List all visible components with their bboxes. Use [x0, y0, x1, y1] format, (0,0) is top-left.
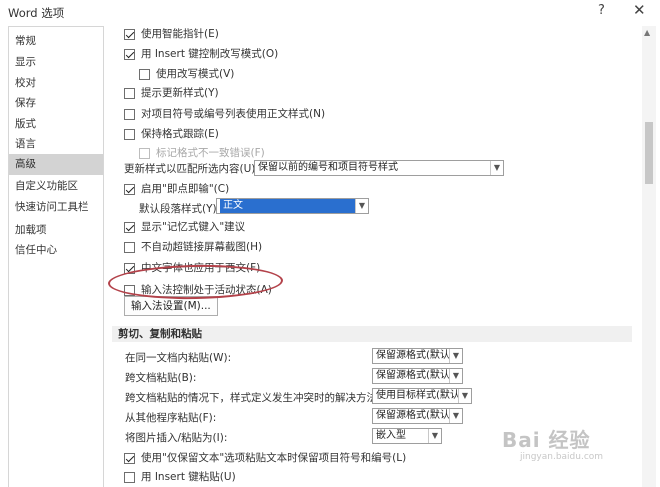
keep-bullets-option[interactable]: 使用"仅保留文本"选项粘贴文本时保留项目符号和编号(L) — [124, 450, 406, 466]
baidu-watermark: Bai 经验 — [502, 428, 591, 452]
paste-from-other-programs-label: 从其他程序粘贴(F): — [125, 412, 217, 424]
scrollbar-thumb[interactable] — [645, 122, 653, 184]
normal-style-bullets-option[interactable]: 对项目符号或编号列表使用正文样式(N) — [124, 106, 325, 122]
no-auto-hyperlink-checkbox[interactable] — [124, 241, 135, 253]
insert-overtype-option[interactable]: 用 Insert 键控制改写模式(O) — [124, 46, 278, 62]
autocomplete-option[interactable]: 显示"记忆式键入"建议 — [124, 219, 245, 235]
default-paragraph-style-select[interactable]: 正文 ▼ — [216, 198, 369, 214]
keep-bullets-checkbox[interactable] — [124, 452, 135, 464]
chevron-down-icon: ▼ — [428, 429, 441, 443]
title-bar: Word 选项 ? ✕ — [0, 0, 660, 24]
chevron-down-icon: ▼ — [355, 199, 368, 213]
vertical-scrollbar[interactable]: ▲ — [642, 26, 656, 487]
sidebar-item-quick-access[interactable]: 快速访问工具栏 — [9, 197, 103, 218]
cut-copy-paste-section-title: 剪切、复制和粘贴 — [112, 326, 632, 342]
use-overtype-option[interactable]: 使用改写模式(V) — [139, 66, 234, 82]
baidu-watermark-url: jingyan.baidu.com — [520, 452, 604, 462]
insert-overtype-checkbox[interactable] — [124, 48, 135, 60]
update-style-label: 更新样式以匹配所选内容(U): — [124, 163, 259, 175]
paste-within-document-label: 在同一文档内粘贴(W): — [125, 352, 232, 364]
click-and-type-option[interactable]: 启用"即点即输"(C) — [124, 181, 229, 197]
chevron-down-icon: ▼ — [449, 349, 462, 363]
style-conflict-select[interactable]: 使用目标样式(默认) ▼ — [372, 388, 472, 404]
smart-pointer-checkbox[interactable] — [124, 28, 135, 40]
autocomplete-checkbox[interactable] — [124, 221, 135, 233]
sidebar: 常规 显示 校对 保存 版式 语言 高级 自定义功能区 快速访问工具栏 加载项 … — [8, 26, 104, 487]
insert-key-paste-checkbox[interactable] — [124, 471, 135, 483]
sidebar-item-general[interactable]: 常规 — [9, 31, 103, 52]
sidebar-item-display[interactable]: 显示 — [9, 52, 103, 73]
prompt-update-style-option[interactable]: 提示更新样式(Y) — [124, 85, 219, 101]
smart-pointer-option[interactable]: 使用智能指针(E) — [124, 26, 219, 42]
prompt-update-style-checkbox[interactable] — [124, 87, 135, 99]
paste-from-other-programs-select[interactable]: 保留源格式(默认) ▼ — [372, 408, 463, 424]
paste-between-documents-select[interactable]: 保留源格式(默认) ▼ — [372, 368, 463, 384]
click-and-type-checkbox[interactable] — [124, 183, 135, 195]
ime-settings-button[interactable]: 输入法设置(M)... — [124, 296, 218, 316]
mark-inconsistencies-option: 标记格式不一致错误(F) — [139, 145, 265, 161]
window-title: Word 选项 — [8, 6, 65, 20]
no-auto-hyperlink-option[interactable]: 不自动超链接屏幕截图(H) — [124, 239, 262, 255]
insert-picture-as-label: 将图片插入/粘贴为(I): — [125, 432, 228, 444]
scroll-up-icon[interactable]: ▲ — [644, 28, 650, 37]
sidebar-item-save[interactable]: 保存 — [9, 93, 103, 114]
sidebar-item-addins[interactable]: 加载项 — [9, 220, 103, 241]
insert-key-paste-option[interactable]: 用 Insert 键粘贴(U) — [124, 469, 236, 485]
close-button[interactable]: ✕ — [633, 1, 646, 19]
normal-style-bullets-checkbox[interactable] — [124, 108, 135, 120]
sidebar-item-language[interactable]: 语言 — [9, 134, 103, 155]
sidebar-item-typography[interactable]: 版式 — [9, 114, 103, 135]
sidebar-item-customize-ribbon[interactable]: 自定义功能区 — [9, 176, 103, 197]
help-button[interactable]: ? — [598, 3, 605, 18]
paste-within-document-select[interactable]: 保留源格式(默认) ▼ — [372, 348, 463, 364]
paste-between-documents-label: 跨文档粘贴(B): — [125, 372, 197, 384]
chevron-down-icon: ▼ — [449, 369, 462, 383]
style-conflict-label: 跨文档粘贴的情况下，样式定义发生冲突时的解决方法(E): — [125, 392, 396, 404]
chevron-down-icon: ▼ — [449, 409, 462, 423]
update-style-select[interactable]: 保留以前的编号和项目符号样式 ▼ — [254, 160, 504, 176]
use-overtype-checkbox[interactable] — [139, 68, 150, 80]
sidebar-item-trust-center[interactable]: 信任中心 — [9, 240, 103, 261]
sidebar-item-advanced[interactable]: 高级 — [9, 154, 103, 175]
track-formatting-checkbox[interactable] — [124, 128, 135, 140]
chevron-down-icon: ▼ — [458, 389, 471, 403]
sidebar-item-proofing[interactable]: 校对 — [9, 73, 103, 94]
chevron-down-icon: ▼ — [490, 161, 503, 175]
mark-inconsistencies-checkbox — [139, 147, 150, 159]
track-formatting-option[interactable]: 保持格式跟踪(E) — [124, 126, 219, 142]
default-para-label: 默认段落样式(Y): — [139, 203, 221, 215]
insert-picture-as-select[interactable]: 嵌入型 ▼ — [372, 428, 442, 444]
options-content: 使用智能指针(E) 用 Insert 键控制改写模式(O) 使用改写模式(V) … — [112, 26, 642, 487]
